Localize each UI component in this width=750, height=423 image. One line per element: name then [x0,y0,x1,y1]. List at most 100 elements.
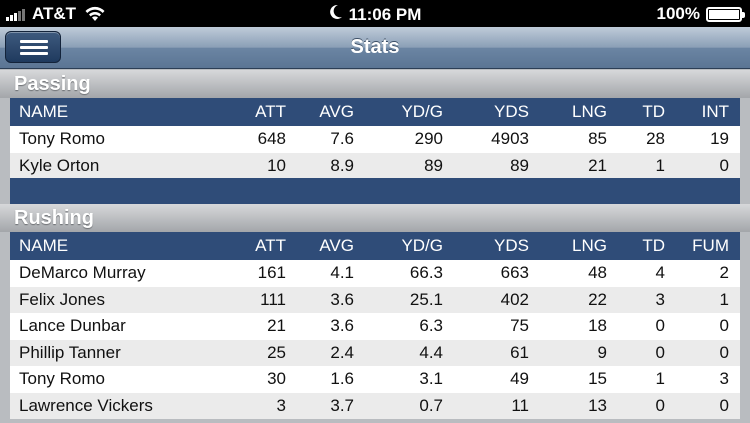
stat-cell: 7.6 [297,126,365,153]
stat-cell: 0 [676,152,740,179]
stat-cell: 1 [618,152,676,179]
stat-cell: 11 [454,392,540,419]
table-row[interactable]: DeMarco Murray 161 4.1 66.3 663 48 4 2 [10,260,740,287]
stat-cell: 0 [618,313,676,340]
stat-cell: 4.4 [365,339,454,366]
stat-cell: 663 [454,260,540,287]
stat-cell: 10 [232,152,297,179]
stat-cell: 1 [676,286,740,313]
stat-cell: 25 [232,339,297,366]
status-clock: 11:06 PM [0,4,750,25]
player-name: Lance Dunbar [10,313,232,340]
table-row[interactable]: Kyle Orton 10 8.9 89 89 21 1 0 [10,152,740,179]
column-header: YD/G [365,232,454,260]
stat-cell: 22 [540,286,618,313]
passing-table: NAME ATT AVG YD/G YDS LNG TD INT Tony Romo 648 7.… [10,98,740,179]
column-header: ATT [232,98,297,126]
stat-cell: 89 [365,152,454,179]
stat-cell: 28 [618,126,676,153]
column-header: YDS [454,98,540,126]
stat-cell: 2 [676,260,740,287]
player-name: Kyle Orton [10,152,232,179]
column-header: LNG [540,98,618,126]
player-name: Tony Romo [10,126,232,153]
table-row[interactable]: Felix Jones 111 3.6 25.1 402 22 3 1 [10,286,740,313]
status-bar: AT&T 11:06 PM 100% [0,0,750,27]
passing-header-row: NAME ATT AVG YD/G YDS LNG TD INT [10,98,740,126]
passing-body: Tony Romo 648 7.6 290 4903 85 28 19 Kyle Orton 10… [10,126,740,179]
battery-fill [709,9,739,19]
stat-cell: 75 [454,313,540,340]
stat-cell: 4903 [454,126,540,153]
stat-cell: 49 [454,366,540,393]
stat-cell: 0 [676,313,740,340]
column-header: TD [618,98,676,126]
stat-cell: 0 [676,339,740,366]
column-header: AVG [297,232,365,260]
battery-percent: 100% [656,4,700,23]
player-name: Tony Romo [10,366,232,393]
rushing-table: NAME ATT AVG YD/G YDS LNG TD FUM DeMarco Murray… [10,232,740,419]
stat-cell: 89 [454,152,540,179]
stat-cell: 18 [540,313,618,340]
stat-cell: 4.1 [297,260,365,287]
stat-cell: 66.3 [365,260,454,287]
column-header: YD/G [365,98,454,126]
stat-cell: 3 [232,392,297,419]
stat-cell: 161 [232,260,297,287]
column-header: YDS [454,232,540,260]
stat-cell: 15 [540,366,618,393]
navigation-bar: Stats [0,27,750,69]
stat-cell: 13 [540,392,618,419]
column-header: NAME [10,232,232,260]
stat-cell: 21 [540,152,618,179]
page-title: Stats [350,36,400,58]
stat-cell: 3.6 [297,286,365,313]
column-header: ATT [232,232,297,260]
stat-cell: 3.6 [297,313,365,340]
rushing-body: DeMarco Murray 161 4.1 66.3 663 48 4 2 Felix Jon… [10,260,740,419]
column-header: INT [676,98,740,126]
column-header: LNG [540,232,618,260]
column-header: FUM [676,232,740,260]
stat-cell: 0.7 [365,392,454,419]
stat-cell: 3 [618,286,676,313]
stat-cell: 61 [454,339,540,366]
battery-icon [706,6,745,22]
moon-icon [329,4,342,19]
table-row[interactable]: Tony Romo 30 1.6 3.1 49 15 1 3 [10,366,740,393]
stat-cell: 25.1 [365,286,454,313]
column-header: NAME [10,98,232,126]
stat-cell: 0 [618,392,676,419]
table-row[interactable]: Lawrence Vickers 3 3.7 0.7 11 13 0 0 [10,392,740,419]
stat-cell: 3.1 [365,366,454,393]
stat-cell: 290 [365,126,454,153]
player-name: Phillip Tanner [10,339,232,366]
column-header: AVG [297,98,365,126]
stat-cell: 0 [618,339,676,366]
passing-table-footer [10,178,740,204]
stat-cell: 4 [618,260,676,287]
stat-cell: 1 [618,366,676,393]
stat-cell: 402 [454,286,540,313]
section-header-passing: Passing [0,70,750,98]
section-header-rushing: Rushing [0,204,750,232]
stat-cell: 2.4 [297,339,365,366]
stat-cell: 8.9 [297,152,365,179]
table-row[interactable]: Tony Romo 648 7.6 290 4903 85 28 19 [10,126,740,153]
stat-cell: 3 [676,366,740,393]
stat-cell: 9 [540,339,618,366]
player-name: Felix Jones [10,286,232,313]
stat-cell: 111 [232,286,297,313]
table-row[interactable]: Lance Dunbar 21 3.6 6.3 75 18 0 0 [10,313,740,340]
player-name: Lawrence Vickers [10,392,232,419]
stat-cell: 648 [232,126,297,153]
table-row[interactable]: Phillip Tanner 25 2.4 4.4 61 9 0 0 [10,339,740,366]
stat-cell: 85 [540,126,618,153]
status-right: 100% [656,4,745,24]
rushing-header-row: NAME ATT AVG YD/G YDS LNG TD FUM [10,232,740,260]
stat-cell: 19 [676,126,740,153]
column-header: TD [618,232,676,260]
stat-cell: 0 [676,392,740,419]
clock-time: 11:06 PM [348,5,422,24]
